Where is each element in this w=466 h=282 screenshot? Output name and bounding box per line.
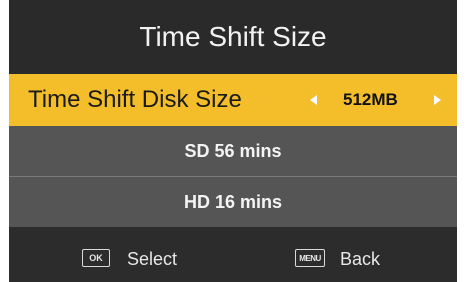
triangle-left-icon[interactable] [310, 95, 317, 105]
back-hint: Back [340, 249, 381, 269]
disk-size-value: 512MB [343, 90, 398, 109]
ok-key-icon: OK [82, 249, 110, 267]
select-hint: Select [127, 249, 178, 269]
sd-duration-row: SD 56 mins [9, 126, 457, 176]
triangle-right-icon[interactable] [434, 95, 441, 105]
disk-size-label: Time Shift Disk Size [28, 86, 242, 113]
menu-key-icon: MENU [295, 249, 325, 267]
time-shift-size-dialog: Time Shift Size Time Shift Disk Size 512… [9, 0, 457, 282]
hd-duration-row: HD 16 mins [9, 177, 457, 227]
dialog-title: Time Shift Size [9, 0, 457, 74]
time-shift-disk-size-row[interactable]: Time Shift Disk Size 512MB [9, 74, 457, 126]
footer-hints [9, 227, 457, 282]
